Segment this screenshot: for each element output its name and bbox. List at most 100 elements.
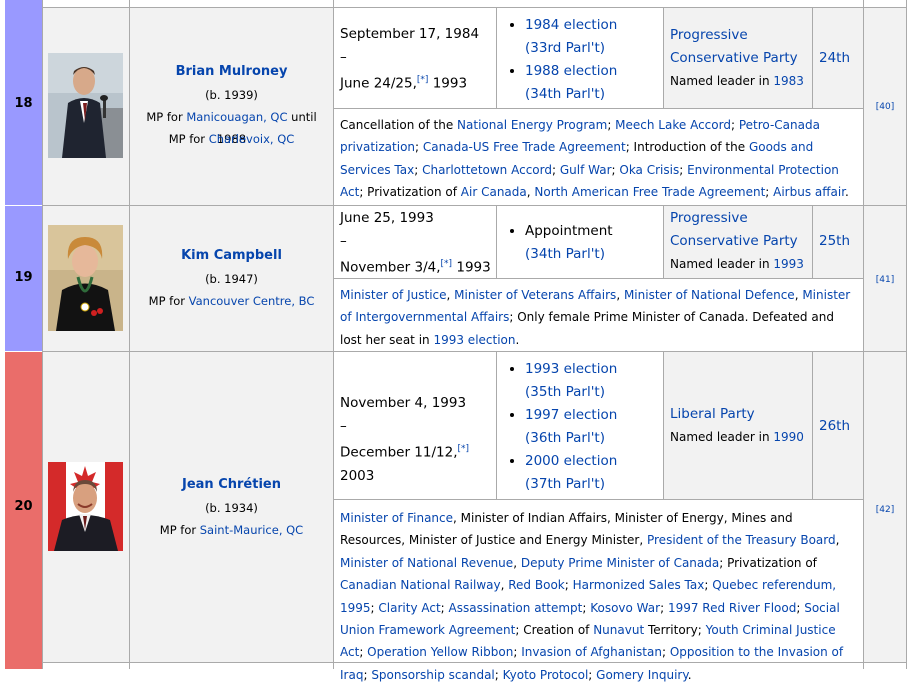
election-item: 1984 election (33rd Parl't) <box>525 14 663 60</box>
grid-line <box>333 499 864 500</box>
note-link[interactable]: Charlottetown Accord <box>422 163 552 177</box>
pm-name-link[interactable]: Brian Mulroney <box>130 64 333 79</box>
note-text: Territory; <box>644 623 706 638</box>
row-number: 18 <box>14 96 33 111</box>
parliament-link[interactable]: (33rd Parl't) <box>525 40 605 56</box>
term-of-office: June 25, 1993 – November 3/4,[*] 1993 <box>334 207 496 280</box>
party-link[interactable]: Progressive Conservative Party <box>670 24 812 70</box>
note-link[interactable]: Harmonized Sales Tax <box>573 578 705 592</box>
grid-line <box>42 7 907 8</box>
footnote-link[interactable]: [*] <box>458 444 470 454</box>
portrait-photo-campbell[interactable] <box>48 225 123 331</box>
footnote-link[interactable]: [*] <box>441 259 453 269</box>
leader-year-link[interactable]: 1990 <box>773 430 804 444</box>
parliament-link[interactable]: (35th Parl't) <box>525 384 605 400</box>
note-link[interactable]: Minister of National Defence <box>624 288 795 302</box>
note-text: ; <box>588 667 597 682</box>
note-text: ; <box>730 118 739 132</box>
note-text: , <box>835 533 840 548</box>
mp-prefix: MP for <box>159 523 200 537</box>
note-link[interactable]: 1997 Red River Flood <box>668 601 796 615</box>
note-link[interactable]: Airbus affair <box>773 185 845 199</box>
term-end-year: 1993 <box>452 259 491 276</box>
election-link[interactable]: 2000 election <box>525 453 617 469</box>
election-link[interactable]: 1988 election <box>525 63 617 79</box>
note-link[interactable]: Air Canada <box>461 185 527 199</box>
note-link[interactable]: Nunavut <box>593 623 644 637</box>
reference-text[interactable]: [41] <box>876 275 894 285</box>
portrait-photo-chretien[interactable] <box>48 462 123 551</box>
mp-riding-line: MP for Charlevoix, QC <box>130 128 333 150</box>
note-link[interactable]: Minister of National Revenue <box>340 556 513 570</box>
note-link[interactable]: Deputy Prime Minister of Canada <box>521 556 719 570</box>
note-link[interactable]: National Energy Program <box>457 118 607 132</box>
term-dash: – <box>340 49 347 65</box>
elections-list: Appointment (34th Parl't) <box>497 220 663 266</box>
reference-text[interactable]: [40] <box>876 102 894 112</box>
parliament-link[interactable]: (34th Parl't) <box>525 246 605 262</box>
note-link[interactable]: Operation Yellow Ribbon <box>367 645 513 659</box>
note-link[interactable]: Oka Crisis <box>619 163 679 177</box>
note-link[interactable]: Minister of Finance <box>340 511 453 525</box>
election-link[interactable]: 1984 election <box>525 17 617 33</box>
ministry-link[interactable]: 26th <box>813 418 863 434</box>
note-link[interactable]: Kyoto Protocol <box>503 668 589 682</box>
note-link[interactable]: Invasion of Afghanistan <box>521 645 662 659</box>
note-text: ; <box>415 140 423 155</box>
grid-line <box>42 0 43 669</box>
notes-text: Minister of Finance, Minister of Indian … <box>334 503 863 690</box>
reference-link[interactable]: [41] <box>864 267 906 286</box>
note-link[interactable]: Sponsorship scandal <box>371 668 494 682</box>
riding-link-manicouagan[interactable]: Manicouagan, QC <box>186 110 287 124</box>
note-link[interactable]: President of the Treasury Board <box>647 533 836 547</box>
note-link[interactable]: Clarity Act <box>378 601 440 615</box>
election-item: 2000 election (37th Parl't) <box>525 450 663 496</box>
riding-link-saint-maurice[interactable]: Saint-Maurice, QC <box>200 523 303 537</box>
party-link[interactable]: Liberal Party <box>670 403 812 426</box>
ministry-link[interactable]: 24th <box>813 50 863 66</box>
note-link[interactable]: Kosovo War <box>590 601 660 615</box>
election-link[interactable]: 1997 election <box>525 407 617 423</box>
footnote-link[interactable]: [*] <box>417 75 429 85</box>
notes-text: Minister of Justice, Minister of Veteran… <box>334 280 863 355</box>
term-dash: – <box>340 418 347 434</box>
note-link[interactable]: 1993 election <box>433 333 515 347</box>
parliament-link[interactable]: (34th Parl't) <box>525 86 605 102</box>
appointment-text: Appointment <box>525 223 613 239</box>
leader-year-link[interactable]: 1983 <box>773 74 804 88</box>
mp-riding-line: MP for Saint-Maurice, QC <box>130 519 333 541</box>
term-end-date: November 3/4, <box>340 259 441 276</box>
mp-prefix: MP for <box>146 110 187 124</box>
note-link[interactable]: North American Free Trade Agreement <box>534 185 765 199</box>
riding-link-vancouver-centre[interactable]: Vancouver Centre, BC <box>189 294 315 308</box>
ministry-link[interactable]: 25th <box>813 233 863 249</box>
pm-name-link[interactable]: Jean Chrétien <box>130 477 333 492</box>
note-link[interactable]: Canadian National Railway <box>340 578 501 592</box>
parliament-link[interactable]: (36th Parl't) <box>525 430 605 446</box>
birth-year: (b. 1947) <box>205 272 258 286</box>
election-link[interactable]: 1993 election <box>525 361 617 377</box>
note-link[interactable]: Minister of Justice <box>340 288 447 302</box>
note-link[interactable]: Gulf War <box>560 163 612 177</box>
pm-name-link[interactable]: Kim Campbell <box>130 248 333 263</box>
election-item: 1997 election (36th Parl't) <box>525 404 663 450</box>
note-link[interactable]: Minister of Veterans Affairs <box>454 288 616 302</box>
reference-link[interactable]: [42] <box>864 497 906 516</box>
party-link[interactable]: Progressive Conservative Party <box>670 207 812 253</box>
reference-link[interactable]: [40] <box>864 94 906 113</box>
leader-note: Named leader in 1983 <box>670 70 812 92</box>
note-link[interactable]: Assassination attempt <box>449 601 583 615</box>
leader-year-link[interactable]: 1993 <box>773 257 804 271</box>
note-link[interactable]: Red Book <box>508 578 564 592</box>
portrait-photo-mulroney[interactable] <box>48 53 123 158</box>
note-link[interactable]: Meech Lake Accord <box>615 118 731 132</box>
parliament-link[interactable]: (37th Parl't) <box>525 476 605 492</box>
note-link[interactable]: Gomery Inquiry <box>596 668 688 682</box>
reference-text[interactable]: [42] <box>876 505 894 515</box>
note-text: ; <box>494 667 503 682</box>
riding-link-charlevoix[interactable]: Charlevoix, QC <box>209 132 295 146</box>
term-of-office: September 17, 1984 – June 24/25,[*] 1993 <box>334 23 496 96</box>
birth-year: (b. 1939) <box>205 88 258 102</box>
note-link[interactable]: Canada-US Free Trade Agreement <box>423 140 626 154</box>
row-number: 20 <box>14 499 33 514</box>
